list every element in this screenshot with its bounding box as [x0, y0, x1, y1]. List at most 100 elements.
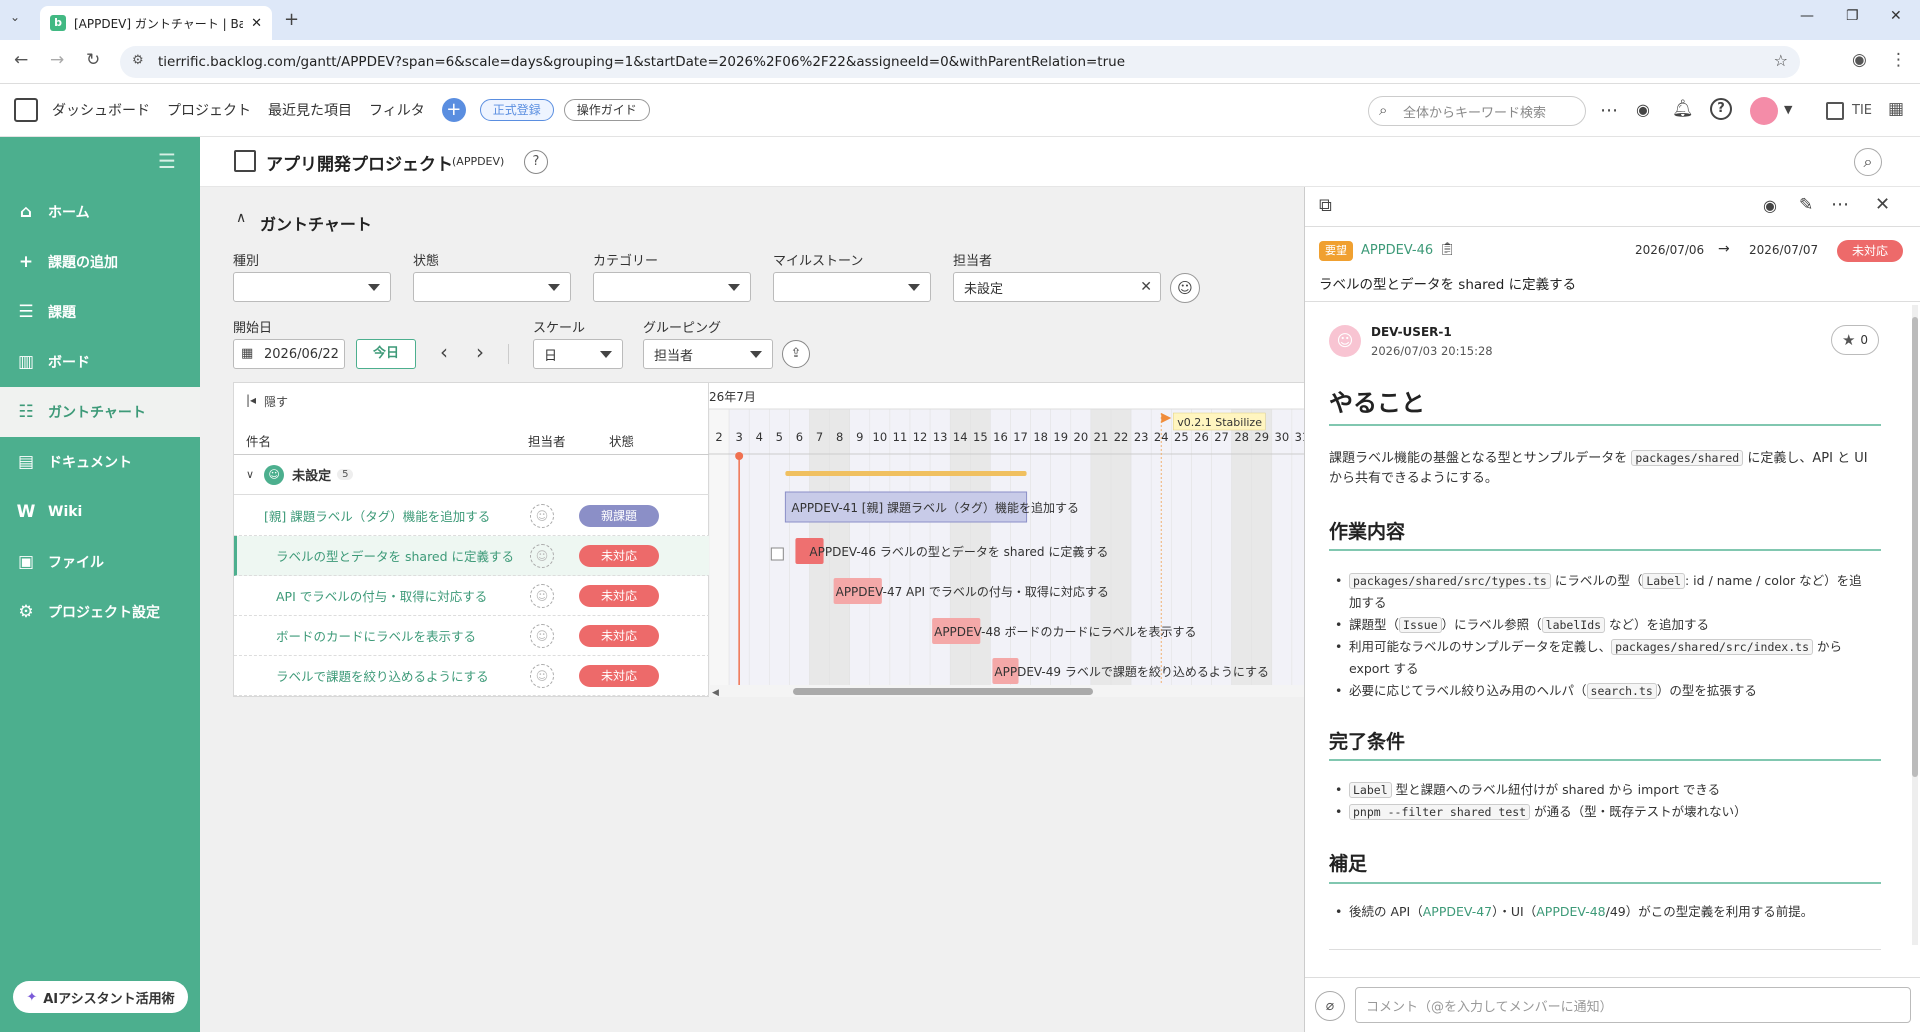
assignee-placeholder-icon[interactable]: ☺	[530, 503, 554, 528]
hide-columns-icon[interactable]: |◂	[246, 393, 256, 407]
new-tab-icon[interactable]: +	[284, 9, 299, 30]
nav-filter[interactable]: フィルタ	[369, 100, 425, 120]
project-name[interactable]: アプリ開発プロジェクト	[266, 150, 453, 175]
space-logo-icon[interactable]	[14, 98, 38, 122]
sidebar-item-wiki[interactable]: W Wiki	[0, 487, 200, 537]
chevron-down-icon[interactable]: ▼	[1784, 103, 1792, 116]
link-appdev-47[interactable]: APPDEV-47	[1423, 904, 1492, 919]
next-chevron-icon[interactable]: ›	[476, 340, 484, 364]
table-row[interactable]: API でラベルの付与・取得に対応する ☺ 未対応	[234, 576, 710, 616]
guide-button[interactable]: 操作ガイド	[563, 99, 650, 121]
scale-select[interactable]: 日	[533, 339, 623, 369]
restore-icon[interactable]: ❐	[1846, 8, 1859, 24]
issue-subject-link[interactable]: ラベルの型とデータを shared に定義する	[276, 546, 514, 565]
nav-dashboard[interactable]: ダッシュボード	[52, 100, 150, 120]
panel-scrollbar-thumb[interactable]	[1912, 317, 1918, 777]
sidebar-item-home[interactable]: ⌂ ホーム	[0, 187, 200, 237]
sidebar-item-document[interactable]: ▤ ドキュメント	[0, 437, 200, 487]
sidebar-item-gantt[interactable]: ☷ ガントチャート	[0, 387, 200, 437]
forward-icon[interactable]: →	[50, 50, 64, 70]
copy-icon[interactable]: 📋︎	[1439, 242, 1456, 257]
hide-columns-label[interactable]: 隠す	[264, 393, 288, 410]
address-bar[interactable]: ⚙ tierrific.backlog.com/gantt/APPDEV?spa…	[120, 46, 1800, 78]
global-search-input[interactable]: ⌕ 全体からキーワード検索	[1368, 96, 1586, 126]
project-search-icon[interactable]: ⌕	[1854, 148, 1882, 176]
grouping-select[interactable]: 担当者	[643, 339, 773, 369]
table-row[interactable]: [親] 課題ラベル（タグ）機能を追加する ☺ 親課題	[234, 496, 710, 536]
browser-tab[interactable]: b [APPDEV] ガントチャート | Backlog ✕	[40, 6, 272, 40]
group-chevron-icon[interactable]: ∨	[246, 468, 254, 481]
open-new-window-icon[interactable]: ⧉	[1319, 195, 1332, 216]
close-window-icon[interactable]: ✕	[1890, 8, 1902, 24]
watch-icon[interactable]: ◉	[1636, 100, 1650, 119]
help-icon[interactable]: ?	[1710, 98, 1732, 120]
status-badge[interactable]: 未対応	[579, 544, 659, 567]
quick-add-icon[interactable]: +	[441, 98, 466, 122]
status-filter-select[interactable]	[413, 272, 571, 302]
status-badge[interactable]: 親課題	[579, 504, 659, 527]
status-badge[interactable]: 未対応	[579, 664, 659, 687]
status-badge[interactable]: 未対応	[579, 624, 659, 647]
milestone-filter-select[interactable]	[773, 272, 931, 302]
panel-watch-icon[interactable]: ◉	[1763, 196, 1777, 215]
today-button[interactable]: 今日	[356, 339, 416, 369]
sidebar-item-list[interactable]: ☰ 課題	[0, 287, 200, 337]
issue-subject-link[interactable]: ラベルで課題を絞り込めるようにする	[276, 666, 489, 685]
minimize-icon[interactable]: —	[1800, 8, 1814, 24]
panel-close-icon[interactable]: ✕	[1875, 194, 1890, 215]
start-date-input[interactable]: ▦ 2026/06/22	[233, 339, 345, 369]
assignee-filter-select[interactable]: 未設定 ✕	[953, 272, 1161, 302]
issue-subject-link[interactable]: [親] 課題ラベル（タグ）機能を追加する	[264, 506, 490, 525]
milestone-label[interactable]: v0.2.1 Stabilize	[1177, 416, 1262, 429]
table-row[interactable]: ラベルの型とデータを shared に定義する ☺ 未対応	[234, 536, 710, 576]
panel-scrollbar-track[interactable]	[1912, 305, 1918, 945]
site-info-icon[interactable]: ⚙	[132, 53, 144, 68]
sidebar-item-plus[interactable]: + 課題の追加	[0, 237, 200, 287]
row-checkbox[interactable]	[770, 547, 784, 561]
issue-status-badge[interactable]: 未対応	[1837, 240, 1903, 262]
issue-key[interactable]: APPDEV-46	[1361, 243, 1433, 258]
hamburger-icon[interactable]: ☰	[158, 149, 176, 173]
space-label[interactable]: TIE	[1852, 103, 1872, 118]
assignee-placeholder-icon[interactable]: ☺	[530, 623, 554, 648]
sidebar-item-board[interactable]: ▥ ボード	[0, 337, 200, 387]
profile-icon[interactable]: ◉	[1852, 50, 1867, 70]
nav-project[interactable]: プロジェクト	[167, 100, 251, 120]
clear-icon[interactable]: ✕	[1140, 279, 1152, 295]
close-tab-icon[interactable]: ✕	[251, 16, 262, 31]
assignee-placeholder-icon[interactable]: ☺	[530, 583, 554, 608]
assignee-placeholder-icon[interactable]: ☺	[530, 663, 554, 688]
project-help-icon[interactable]: ?	[524, 150, 548, 174]
nav-recent[interactable]: 最近見た項目	[268, 100, 352, 120]
table-row[interactable]: ボードのカードにラベルを表示する ☺ 未対応	[234, 616, 710, 656]
bookmark-star-icon[interactable]: ☆	[1774, 51, 1788, 70]
edit-pencil-icon[interactable]: ✎	[1799, 195, 1813, 215]
link-appdev-48[interactable]: APPDEV-48	[1536, 904, 1605, 919]
status-badge[interactable]: 未対応	[579, 584, 659, 607]
table-row[interactable]: ラベルで課題を絞り込めるようにする ☺ 未対応	[234, 656, 710, 696]
group-row[interactable]: ∨ ☺ 未設定 5	[234, 455, 710, 495]
panel-more-icon[interactable]: ⋯	[1831, 194, 1849, 215]
back-icon[interactable]: ←	[14, 50, 28, 70]
assignee-picker-icon[interactable]: ☺	[1170, 273, 1200, 303]
space-icon[interactable]	[1826, 102, 1844, 120]
more-icon[interactable]: ⋯	[1600, 100, 1618, 121]
sidebar-item-gear[interactable]: ⚙ プロジェクト設定	[0, 587, 200, 637]
reload-icon[interactable]: ↻	[86, 50, 100, 70]
issue-subject-link[interactable]: ボードのカードにラベルを表示する	[276, 626, 476, 645]
issue-subject-link[interactable]: API でラベルの付与・取得に対応する	[276, 586, 487, 605]
browser-menu-icon[interactable]: ⋮	[1890, 50, 1907, 70]
category-filter-select[interactable]	[593, 272, 751, 302]
app-grid-icon[interactable]: ▦	[1888, 99, 1904, 119]
comment-input[interactable]: コメント（@を入力してメンバーに通知）	[1355, 987, 1911, 1023]
sidebar-item-file[interactable]: ▣ ファイル	[0, 537, 200, 587]
scroll-left-icon[interactable]: ◀	[712, 688, 719, 697]
export-icon[interactable]: ⇪	[782, 340, 810, 368]
register-button[interactable]: 正式登録	[479, 99, 554, 121]
gantt-scrollbar-thumb[interactable]	[793, 688, 1093, 695]
collapse-chevron-icon[interactable]: ∧	[236, 210, 246, 226]
star-button[interactable]: ★ 0	[1831, 325, 1879, 355]
user-avatar[interactable]	[1750, 97, 1778, 125]
ai-assistant-button[interactable]: ✦ AIアシスタント活用術	[13, 981, 188, 1013]
bell-icon[interactable]: 🔔︎	[1672, 99, 1694, 119]
